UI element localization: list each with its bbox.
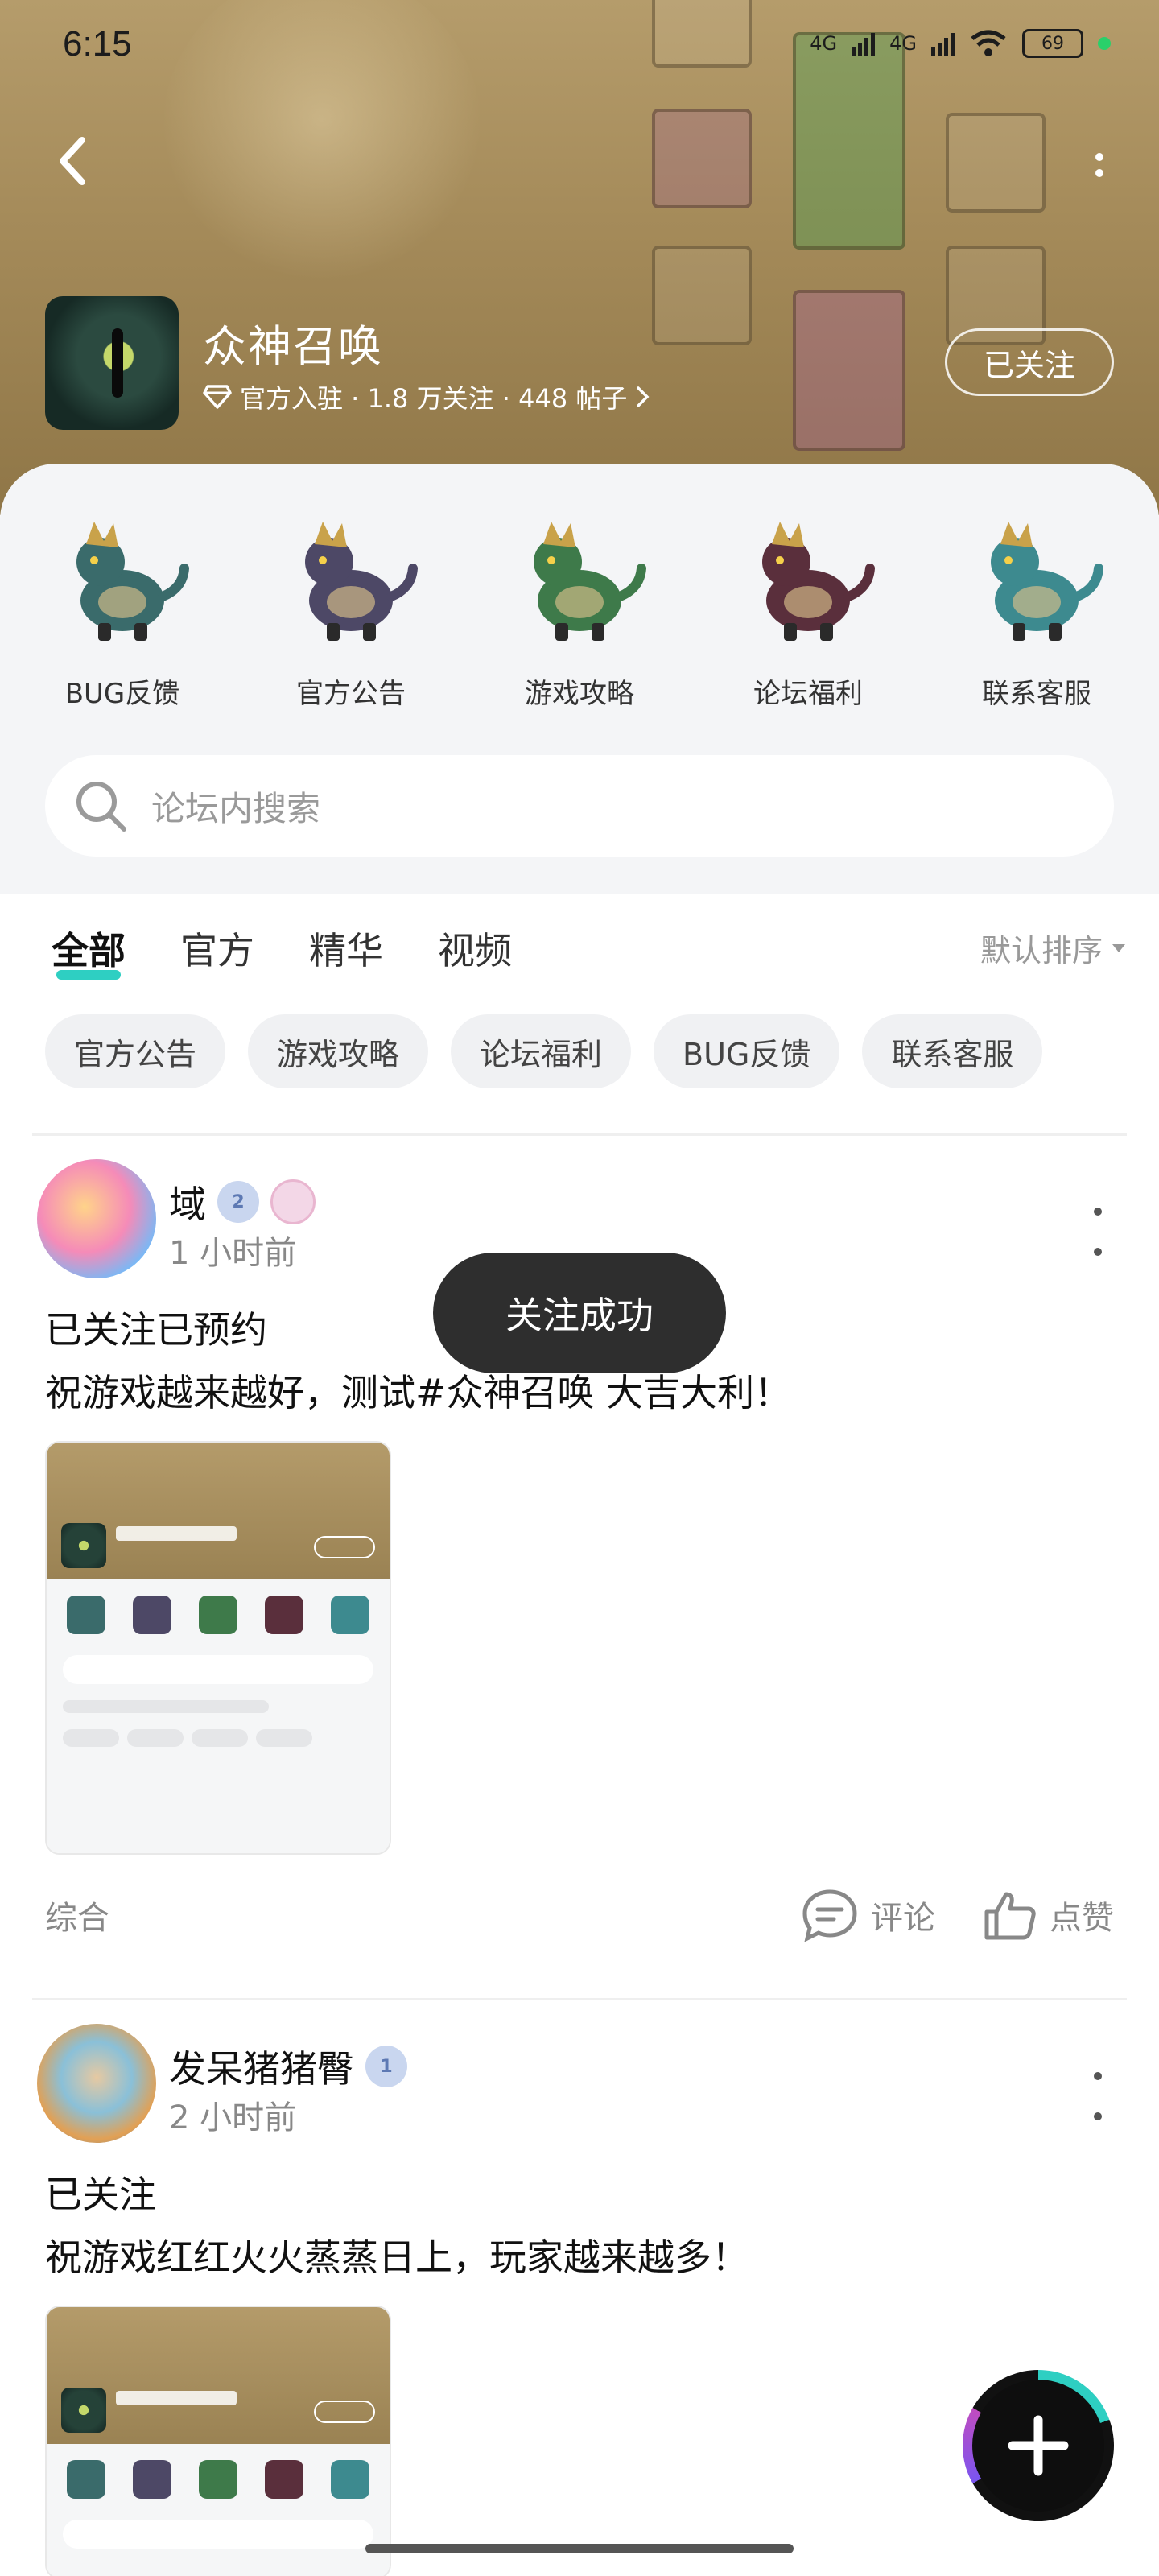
toast-message: 关注成功: [433, 1253, 726, 1373]
post-author[interactable]: 域 2: [169, 1175, 316, 1228]
badge-level: 1: [380, 2056, 393, 2077]
tab-video[interactable]: 视频: [438, 922, 512, 975]
category-card: BUG反馈 官方公告 游戏攻略 论坛福利 联系客服 论坛内搜索: [0, 464, 1159, 894]
banner-item-art: [793, 290, 905, 451]
post-more-button[interactable]: [1090, 2072, 1106, 2120]
post-image[interactable]: [45, 2306, 391, 2576]
like-button[interactable]: 点赞: [984, 1889, 1114, 1941]
signal-icon: [852, 31, 876, 56]
chevron-right-icon: [637, 386, 650, 407]
post-time: 1 小时前: [169, 1235, 297, 1272]
more-options-button[interactable]: [1083, 137, 1116, 193]
category-customer-service[interactable]: 联系客服: [932, 512, 1141, 711]
post-footer: 综合 评论 点赞: [45, 1889, 1114, 1942]
game-logo: [45, 296, 179, 430]
tab-featured[interactable]: 精华: [309, 922, 383, 975]
post-category[interactable]: 综合: [45, 1892, 109, 1938]
category-label: BUG反馈: [64, 678, 180, 710]
chip-forum-welfare[interactable]: 论坛福利: [451, 1014, 632, 1088]
filter-chips: 官方公告 游戏攻略 论坛福利 BUG反馈 联系客服: [45, 1014, 1043, 1088]
chevron-left-icon: [60, 137, 85, 185]
category-bug-feedback[interactable]: BUG反馈: [18, 512, 227, 711]
like-label: 点赞: [1050, 1900, 1114, 1937]
comment-label: 评论: [871, 1900, 935, 1937]
caret-down-icon: [1112, 943, 1125, 952]
search-placeholder: 论坛内搜索: [151, 788, 321, 828]
dragon-mascot-icon: [283, 512, 419, 649]
thumbs-up-icon: [984, 1892, 1036, 1940]
follow-button[interactable]: 已关注: [945, 328, 1114, 396]
category-official-announcement[interactable]: 官方公告: [246, 512, 456, 711]
category-game-guide[interactable]: 游戏攻略: [475, 512, 684, 711]
home-indicator[interactable]: [365, 2544, 794, 2553]
category-label: 联系客服: [982, 678, 1091, 710]
chip-official-announcement[interactable]: 官方公告: [45, 1014, 226, 1088]
network-type-2: 4G: [889, 32, 917, 55]
search-input[interactable]: 论坛内搜索: [45, 755, 1114, 857]
chip-customer-service[interactable]: 联系客服: [862, 1014, 1043, 1088]
privacy-indicator-dot: [1098, 37, 1111, 50]
network-type: 4G: [810, 32, 838, 55]
status-icons: 4G 4G 69: [810, 29, 1111, 58]
comment-button[interactable]: 评论: [802, 1889, 935, 1942]
status-bar: 6:15 4G 4G 69: [0, 0, 1159, 97]
post-title: 已关注已预约: [45, 1308, 267, 1352]
new-post-button[interactable]: [963, 2370, 1114, 2521]
sort-dropdown[interactable]: 默认排序: [980, 926, 1127, 970]
forum-meta-text: 官方入驻 · 1.8 万关注 · 448 帖子: [240, 383, 628, 414]
author-name: 发呆猪猪臀: [169, 2047, 354, 2091]
post-image[interactable]: [45, 1441, 391, 1855]
status-time: 6:15: [63, 24, 132, 64]
signal-icon: [931, 31, 955, 56]
badge-level: 2: [232, 1191, 245, 1212]
category-row: BUG反馈 官方公告 游戏攻略 论坛福利 联系客服: [0, 512, 1159, 711]
avatar-frame-badge-icon: [270, 1179, 316, 1224]
dragon-mascot-icon: [740, 512, 876, 649]
avatar[interactable]: [37, 1159, 156, 1278]
chip-game-guide[interactable]: 游戏攻略: [248, 1014, 429, 1088]
post-title: 已关注: [45, 2173, 156, 2216]
author-name: 域: [169, 1183, 206, 1226]
battery-level: 69: [1041, 33, 1064, 54]
divider: [32, 1998, 1127, 2000]
category-forum-welfare[interactable]: 论坛福利: [703, 512, 913, 711]
dragon-mascot-icon: [511, 512, 648, 649]
post-body: 祝游戏红红火火蒸蒸日上，玩家越来越多！: [45, 2235, 749, 2279]
post-author[interactable]: 发呆猪猪臀 1: [169, 2040, 407, 2093]
banner-item-art: [946, 113, 1046, 213]
post-actions: 评论 点赞: [802, 1889, 1114, 1942]
chip-bug-feedback[interactable]: BUG反馈: [654, 1014, 840, 1088]
comment-icon: [802, 1889, 857, 1942]
category-label: 论坛福利: [753, 678, 863, 710]
forum-meta[interactable]: 官方入驻 · 1.8 万关注 · 448 帖子: [203, 378, 651, 415]
post-more-button[interactable]: [1090, 1208, 1106, 1256]
banner-item-art: [652, 246, 752, 345]
divider: [32, 1133, 1127, 1136]
level-badge-icon: 2: [217, 1181, 259, 1223]
level-badge-icon: 1: [365, 2046, 407, 2087]
sort-label: 默认排序: [980, 933, 1103, 968]
tab-official[interactable]: 官方: [180, 922, 254, 975]
tab-all[interactable]: 全部: [52, 922, 126, 980]
content-tabs: 全部 官方 精华 视频: [52, 922, 512, 980]
wifi-icon: [971, 30, 1006, 56]
category-label: 游戏攻略: [525, 678, 634, 710]
dragon-mascot-icon: [968, 512, 1105, 649]
battery-icon: 69: [1022, 29, 1083, 58]
dragon-mascot-icon: [54, 512, 191, 649]
category-label: 官方公告: [296, 678, 406, 710]
search-icon: [76, 782, 126, 832]
back-button[interactable]: [48, 133, 97, 189]
post-time: 2 小时前: [169, 2099, 297, 2136]
forum-title: 众神召唤: [203, 321, 383, 372]
banner-item-art: [652, 109, 752, 208]
diamond-icon: [203, 385, 232, 409]
avatar[interactable]: [37, 2024, 156, 2143]
plus-icon: [1008, 2415, 1069, 2476]
